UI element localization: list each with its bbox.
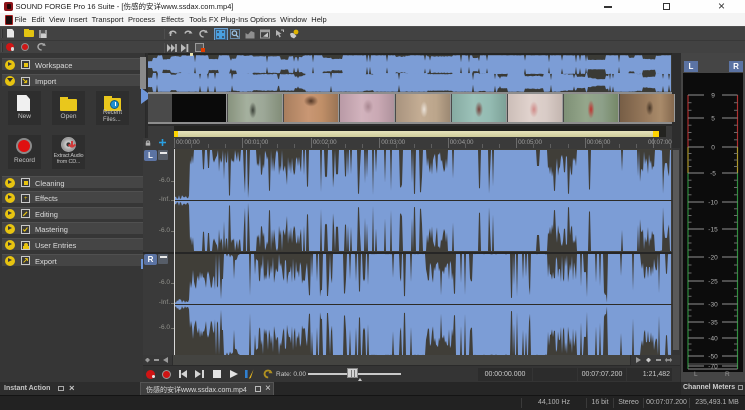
svg-text:-70: -70 [708, 364, 718, 371]
svg-text:-40: -40 [708, 336, 718, 343]
svg-text:-10: -10 [708, 200, 718, 207]
svg-text:-15: -15 [708, 227, 718, 234]
svg-text:-35: -35 [708, 320, 718, 327]
svg-text:-30: -30 [708, 302, 718, 309]
svg-text:9: 9 [711, 93, 715, 100]
svg-text:-25: -25 [708, 279, 718, 286]
svg-text:5: 5 [711, 116, 715, 123]
svg-text:-50: -50 [708, 354, 718, 361]
svg-text:-5: -5 [710, 171, 716, 178]
svg-text:-20: -20 [708, 255, 718, 262]
svg-text:0: 0 [711, 145, 715, 152]
